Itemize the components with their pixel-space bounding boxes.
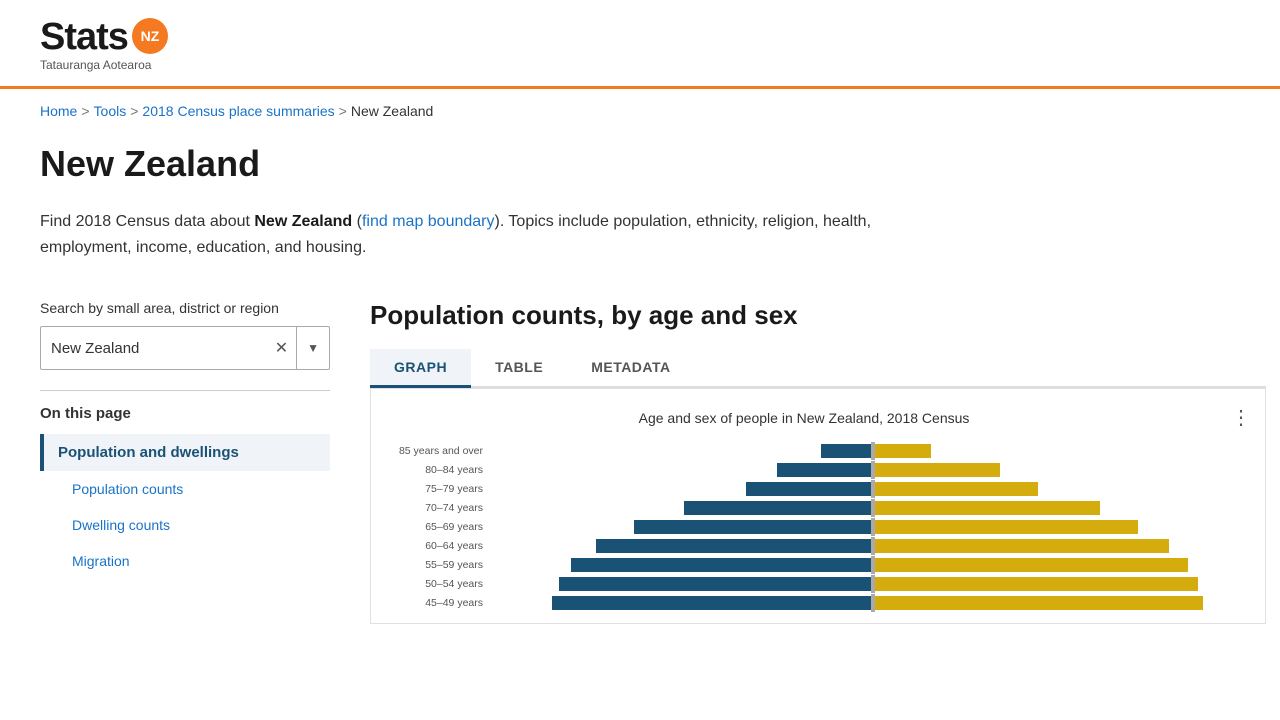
- pyramid-row: 80–84 years: [381, 461, 1255, 479]
- logo-text: Stats: [40, 18, 128, 56]
- site-header: Stats NZ Tatauranga Aotearoa: [0, 0, 1280, 89]
- chart-header: Age and sex of people in New Zealand, 20…: [381, 405, 1255, 430]
- search-box: ✕ ▼: [40, 326, 330, 370]
- bar-right-container: [875, 577, 1255, 591]
- desc-before: Find 2018 Census data about: [40, 213, 254, 230]
- bar-left-container: [491, 539, 871, 553]
- bar-male: [684, 501, 872, 515]
- bar-male: [777, 463, 871, 477]
- bar-female: [875, 482, 1038, 496]
- logo: Stats NZ Tatauranga Aotearoa: [40, 18, 168, 72]
- sidebar-item-population-counts[interactable]: Population counts: [40, 471, 330, 507]
- bar-right-container: [875, 558, 1255, 572]
- breadcrumb-tools[interactable]: Tools: [94, 103, 127, 119]
- pyramid-age-label: 70–74 years: [381, 502, 491, 514]
- chart-title: Age and sex of people in New Zealand, 20…: [381, 410, 1227, 426]
- bar-male: [746, 482, 871, 496]
- breadcrumb-sep-3: >: [339, 103, 347, 119]
- sidebar-item-population-dwellings[interactable]: Population and dwellings: [40, 434, 330, 471]
- bar-left-container: [491, 463, 871, 477]
- page-title: New Zealand: [40, 143, 1240, 185]
- logo-subtitle: Tatauranga Aotearoa: [40, 58, 168, 72]
- pyramid-row: 85 years and over: [381, 442, 1255, 460]
- bar-right-container: [875, 501, 1255, 515]
- bar-female: [875, 501, 1100, 515]
- search-input[interactable]: [41, 327, 267, 369]
- pyramid-age-label: 60–64 years: [381, 540, 491, 552]
- content-area: Population counts, by age and sex GRAPH …: [370, 300, 1266, 624]
- bar-male: [821, 444, 871, 458]
- bar-male: [596, 539, 871, 553]
- population-pyramid: 85 years and over 80–84 years 75–79 years 7…: [381, 442, 1255, 613]
- pyramid-age-label: 45–49 years: [381, 597, 491, 609]
- bar-right-container: [875, 539, 1255, 553]
- sidebar: Search by small area, district or region…: [40, 300, 330, 624]
- pyramid-row: 70–74 years: [381, 499, 1255, 517]
- pyramid-age-label: 85 years and over: [381, 445, 491, 457]
- bar-left-container: [491, 577, 871, 591]
- chart-menu-button[interactable]: ⋮: [1227, 405, 1255, 430]
- pyramid-row: 65–69 years: [381, 518, 1255, 536]
- breadcrumb: Home > Tools > 2018 Census place summari…: [0, 89, 1280, 133]
- bar-right-container: [875, 596, 1255, 610]
- page-description: Find 2018 Census data about New Zealand …: [40, 209, 940, 260]
- main-layout: Search by small area, district or region…: [0, 280, 1280, 624]
- desc-bold: New Zealand: [254, 213, 352, 230]
- sidebar-item-migration[interactable]: Migration: [40, 543, 330, 579]
- sidebar-nav: Population and dwellings Population coun…: [40, 434, 330, 579]
- sidebar-divider: [40, 390, 330, 391]
- pyramid-row: 75–79 years: [381, 480, 1255, 498]
- pyramid-age-label: 55–59 years: [381, 559, 491, 571]
- tab-metadata[interactable]: METADATA: [567, 349, 694, 388]
- breadcrumb-sep-1: >: [81, 103, 89, 119]
- bar-female: [875, 539, 1169, 553]
- breadcrumb-home[interactable]: Home: [40, 103, 77, 119]
- bar-right-container: [875, 444, 1255, 458]
- bar-left-container: [491, 520, 871, 534]
- bar-female: [875, 596, 1203, 610]
- pyramid-row: 60–64 years: [381, 537, 1255, 555]
- search-dropdown-button[interactable]: ▼: [296, 327, 329, 369]
- bar-left-container: [491, 596, 871, 610]
- pyramid-row: 50–54 years: [381, 575, 1255, 593]
- bar-female: [875, 520, 1138, 534]
- bar-right-container: [875, 520, 1255, 534]
- bar-male: [571, 558, 871, 572]
- bar-left-container: [491, 444, 871, 458]
- bar-male: [552, 596, 871, 610]
- bar-left-container: [491, 482, 871, 496]
- bar-female: [875, 444, 931, 458]
- tabs: GRAPH TABLE METADATA: [370, 349, 1266, 388]
- bar-left-container: [491, 501, 871, 515]
- page-title-area: New Zealand Find 2018 Census data about …: [0, 133, 1280, 280]
- breadcrumb-current: New Zealand: [351, 103, 434, 119]
- bar-male: [634, 520, 872, 534]
- on-this-page-label: On this page: [40, 405, 330, 422]
- search-label: Search by small area, district or region: [40, 300, 330, 316]
- bar-female: [875, 577, 1198, 591]
- bar-female: [875, 463, 1000, 477]
- bar-left-container: [491, 558, 871, 572]
- sidebar-item-dwelling-counts[interactable]: Dwelling counts: [40, 507, 330, 543]
- find-map-boundary-link[interactable]: find map boundary: [362, 213, 495, 230]
- section-title: Population counts, by age and sex: [370, 300, 1266, 331]
- pyramid-age-label: 75–79 years: [381, 483, 491, 495]
- pyramid-age-label: 50–54 years: [381, 578, 491, 590]
- bar-right-container: [875, 463, 1255, 477]
- pyramid-row: 55–59 years: [381, 556, 1255, 574]
- pyramid-row: 45–49 years: [381, 594, 1255, 612]
- tab-graph[interactable]: GRAPH: [370, 349, 471, 388]
- bar-female: [875, 558, 1188, 572]
- tab-table[interactable]: TABLE: [471, 349, 567, 388]
- breadcrumb-census[interactable]: 2018 Census place summaries: [142, 103, 334, 119]
- breadcrumb-sep-2: >: [130, 103, 138, 119]
- logo-badge: NZ: [132, 18, 168, 54]
- pyramid-age-label: 65–69 years: [381, 521, 491, 533]
- search-clear-button[interactable]: ✕: [267, 338, 296, 358]
- pyramid-age-label: 80–84 years: [381, 464, 491, 476]
- bar-male: [559, 577, 872, 591]
- chart-container: Age and sex of people in New Zealand, 20…: [370, 388, 1266, 624]
- bar-right-container: [875, 482, 1255, 496]
